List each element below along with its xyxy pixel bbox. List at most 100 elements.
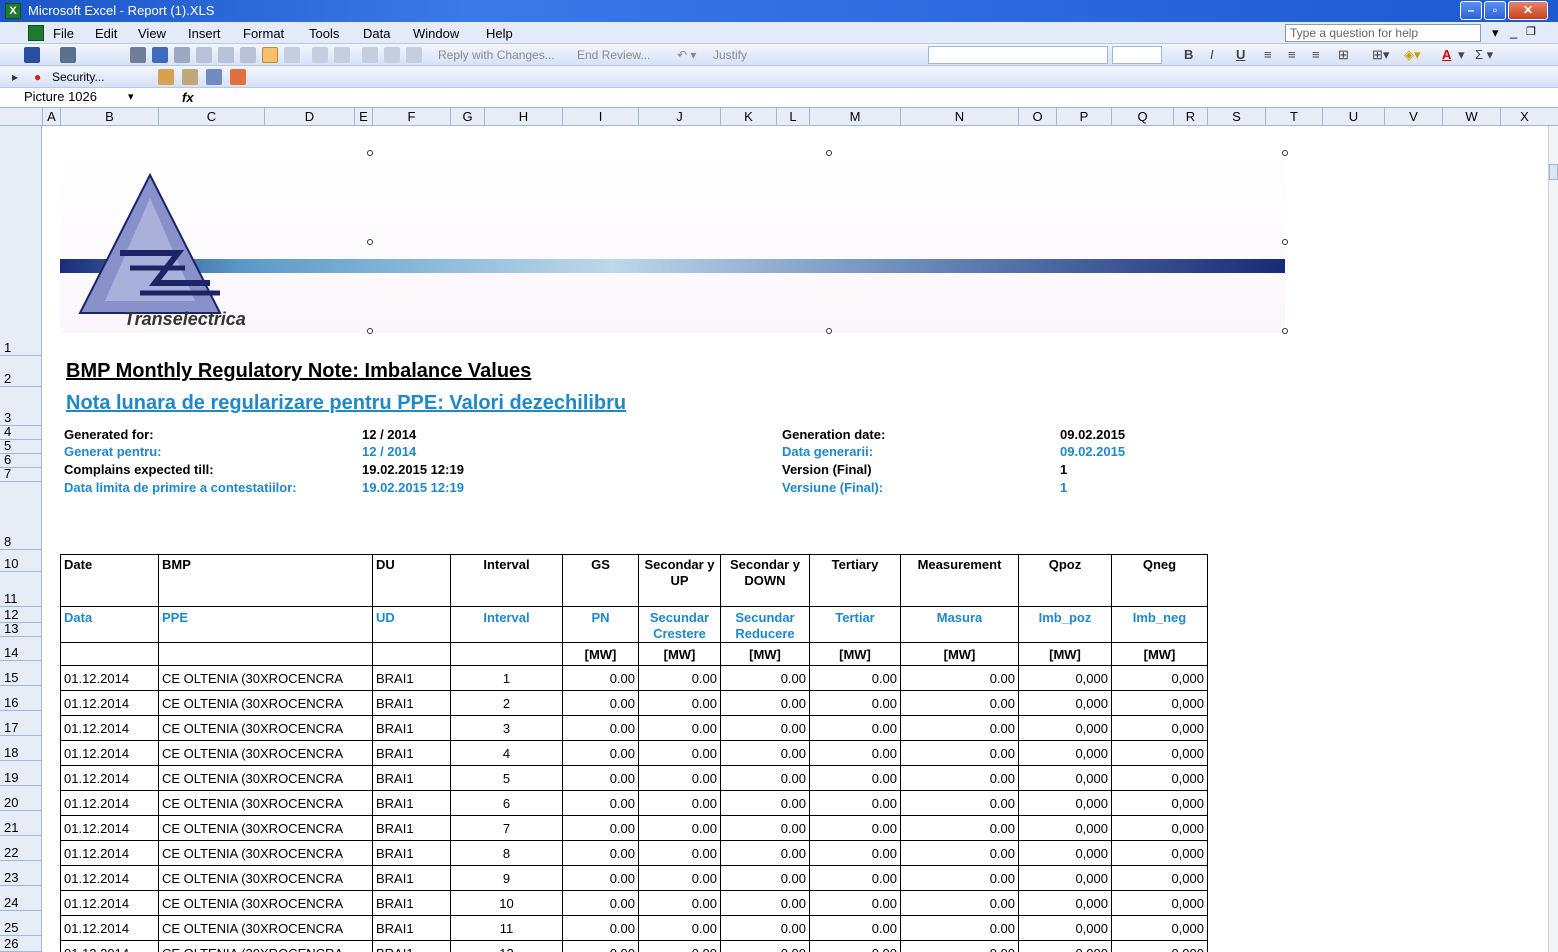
col-header[interactable]: Measurement bbox=[900, 554, 1019, 607]
col-header-ro[interactable]: Tertiar bbox=[809, 606, 901, 643]
table-cell[interactable]: 0.00 bbox=[562, 765, 639, 791]
col-header[interactable]: Date bbox=[60, 554, 159, 607]
table-cell[interactable]: 0.00 bbox=[809, 690, 901, 716]
row-header[interactable]: 2 bbox=[0, 356, 42, 387]
font-name-select[interactable] bbox=[928, 46, 1108, 64]
table-cell[interactable]: 4 bbox=[450, 740, 563, 766]
table-cell[interactable]: BRAI1 bbox=[372, 865, 451, 891]
table-cell[interactable]: 0.00 bbox=[720, 740, 810, 766]
row-header[interactable]: 17 bbox=[0, 711, 42, 736]
table-cell[interactable]: CE OLTENIA (30XROCENCRA bbox=[158, 840, 373, 866]
table-cell[interactable]: 0.00 bbox=[900, 815, 1019, 841]
column-header[interactable]: E bbox=[354, 108, 372, 126]
table-cell[interactable]: 3 bbox=[450, 715, 563, 741]
align-left-icon[interactable]: ≡ bbox=[1264, 47, 1272, 62]
column-header[interactable]: R bbox=[1173, 108, 1207, 126]
column-header[interactable]: C bbox=[158, 108, 264, 126]
table-cell[interactable]: 0.00 bbox=[562, 740, 639, 766]
table-cell[interactable]: 0,000 bbox=[1111, 915, 1208, 941]
align-right-icon[interactable]: ≡ bbox=[1312, 47, 1320, 62]
row-header[interactable]: 15 bbox=[0, 661, 42, 686]
table-cell[interactable]: BRAI1 bbox=[372, 890, 451, 916]
row-header[interactable]: 26 bbox=[0, 936, 42, 952]
fx-icon[interactable]: fx bbox=[182, 90, 194, 105]
table-cell[interactable]: CE OLTENIA (30XROCENCRA bbox=[158, 865, 373, 891]
logo-picture[interactable]: Transelectrica bbox=[60, 153, 1285, 333]
table-cell[interactable]: 5 bbox=[450, 765, 563, 791]
table-cell[interactable]: 0.00 bbox=[562, 865, 639, 891]
menu-tools[interactable]: Tools bbox=[309, 26, 339, 41]
row-header[interactable]: 7 bbox=[0, 466, 42, 482]
table-cell[interactable]: 0.00 bbox=[900, 915, 1019, 941]
autosum-icon[interactable]: Σ ▾ bbox=[1475, 47, 1493, 63]
table-cell[interactable]: BRAI1 bbox=[372, 940, 451, 952]
track-icon[interactable] bbox=[362, 47, 378, 63]
table-cell[interactable]: 0.00 bbox=[900, 665, 1019, 691]
table-cell[interactable]: 01.12.2014 bbox=[60, 865, 159, 891]
table-cell[interactable]: 0.00 bbox=[638, 890, 721, 916]
col-header-ro[interactable]: UD bbox=[372, 606, 451, 643]
menu-data[interactable]: Data bbox=[363, 26, 390, 41]
table-cell[interactable]: CE OLTENIA (30XROCENCRA bbox=[158, 690, 373, 716]
selection-handle[interactable] bbox=[826, 328, 832, 334]
table-cell[interactable]: 01.12.2014 bbox=[60, 690, 159, 716]
table-cell[interactable]: 0.00 bbox=[900, 715, 1019, 741]
column-header[interactable]: A bbox=[42, 108, 60, 126]
table-cell[interactable]: 0.00 bbox=[562, 790, 639, 816]
table-cell[interactable]: 0.00 bbox=[720, 690, 810, 716]
column-header[interactable]: X bbox=[1500, 108, 1548, 126]
table-cell[interactable]: 0.00 bbox=[809, 815, 901, 841]
chevron-down-icon[interactable]: ▾ bbox=[1458, 47, 1465, 63]
chevron-down-icon[interactable]: ▾ bbox=[1492, 25, 1499, 41]
mail-icon[interactable] bbox=[240, 47, 256, 63]
borders-icon[interactable]: ⊞▾ bbox=[1372, 47, 1389, 63]
column-header[interactable]: V bbox=[1384, 108, 1442, 126]
row-header[interactable]: 16 bbox=[0, 686, 42, 711]
merge-icon[interactable]: ⊞ bbox=[1338, 47, 1349, 63]
table-cell[interactable]: BRAI1 bbox=[372, 840, 451, 866]
highlight-icon[interactable] bbox=[262, 47, 278, 63]
italic-icon[interactable]: I bbox=[1210, 47, 1214, 62]
col-header[interactable]: Secondar y UP bbox=[638, 554, 721, 607]
script-editor-icon[interactable] bbox=[230, 69, 246, 85]
table-cell[interactable]: 0.00 bbox=[900, 765, 1019, 791]
font-size-select[interactable] bbox=[1112, 46, 1162, 64]
table-cell[interactable]: 01.12.2014 bbox=[60, 890, 159, 916]
table-cell[interactable]: 0.00 bbox=[900, 690, 1019, 716]
workbook-icon[interactable] bbox=[28, 25, 44, 41]
menu-view[interactable]: View bbox=[138, 26, 166, 41]
column-header[interactable]: O bbox=[1018, 108, 1056, 126]
menu-help[interactable]: Help bbox=[486, 26, 513, 41]
table-cell[interactable]: 0.00 bbox=[638, 790, 721, 816]
table-cell[interactable]: CE OLTENIA (30XROCENCRA bbox=[158, 790, 373, 816]
name-box[interactable]: Picture 1026 bbox=[22, 89, 142, 106]
help-search-input[interactable]: Type a question for help bbox=[1285, 24, 1481, 42]
floppy-icon[interactable] bbox=[152, 47, 168, 63]
table-cell[interactable]: 0,000 bbox=[1018, 790, 1112, 816]
table-cell[interactable]: BRAI1 bbox=[372, 815, 451, 841]
visual-basic-icon[interactable] bbox=[206, 69, 222, 85]
selection-handle[interactable] bbox=[367, 150, 373, 156]
table-cell[interactable]: 1 bbox=[450, 665, 563, 691]
save-icon[interactable] bbox=[24, 47, 40, 63]
justify-button[interactable]: Justify bbox=[713, 48, 747, 62]
table-cell[interactable]: BRAI1 bbox=[372, 790, 451, 816]
table-cell[interactable]: 0.00 bbox=[562, 815, 639, 841]
table-cell[interactable]: 0.00 bbox=[638, 765, 721, 791]
table-cell[interactable]: 01.12.2014 bbox=[60, 765, 159, 791]
table-cell[interactable]: 0,000 bbox=[1018, 665, 1112, 691]
row-header[interactable]: 18 bbox=[0, 736, 42, 761]
compare-icon[interactable] bbox=[384, 47, 400, 63]
vertical-scrollbar[interactable] bbox=[1548, 126, 1558, 952]
excel-icon[interactable]: X bbox=[5, 3, 21, 19]
table-cell[interactable]: 0.00 bbox=[720, 765, 810, 791]
table-cell[interactable]: CE OLTENIA (30XROCENCRA bbox=[158, 915, 373, 941]
menu-insert[interactable]: Insert bbox=[188, 26, 221, 41]
table-cell[interactable]: 01.12.2014 bbox=[60, 915, 159, 941]
table-cell[interactable]: 7 bbox=[450, 815, 563, 841]
table-cell[interactable]: 0,000 bbox=[1018, 915, 1112, 941]
row-header[interactable]: 21 bbox=[0, 811, 42, 836]
col-header[interactable]: BMP bbox=[158, 554, 373, 607]
table-cell[interactable]: 10 bbox=[450, 890, 563, 916]
row-header[interactable]: 23 bbox=[0, 861, 42, 886]
